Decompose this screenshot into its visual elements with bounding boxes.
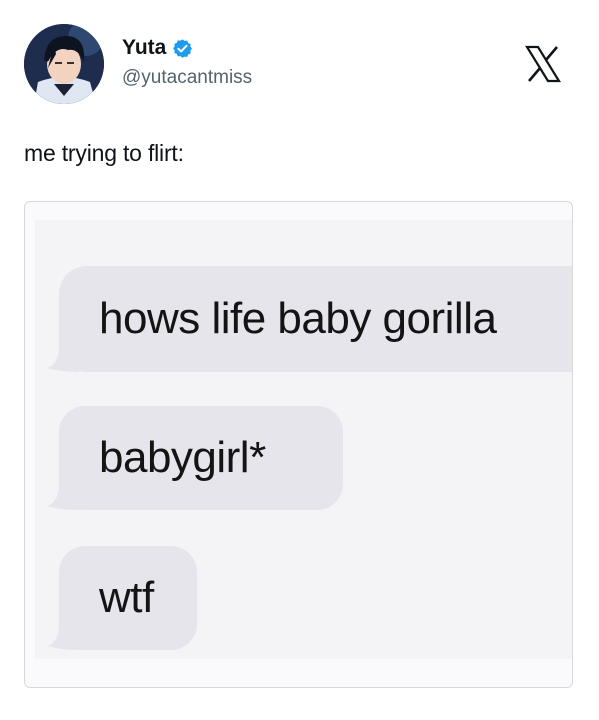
verified-badge-icon — [172, 38, 193, 59]
bubble-tail — [45, 480, 79, 510]
message-text: wtf — [99, 573, 154, 622]
display-name-row[interactable]: Yuta — [122, 36, 193, 60]
tweet-card: Yuta @yutacantmiss me trying to flirt: h… — [0, 0, 599, 720]
display-name[interactable]: Yuta — [122, 36, 166, 60]
x-logo-icon[interactable] — [523, 44, 563, 84]
message-text: hows life baby gorilla — [99, 294, 497, 343]
avatar[interactable] — [24, 24, 104, 104]
user-handle[interactable]: @yutacantmiss — [122, 67, 252, 89]
bubble-tail — [45, 620, 79, 650]
message-screenshot: hows life baby gorilla babygirl* wtf — [35, 220, 572, 659]
message-text: babygirl* — [99, 433, 266, 482]
tweet-media-image[interactable]: hows life baby gorilla babygirl* wtf — [24, 201, 573, 688]
tweet-text: me trying to flirt: — [24, 140, 184, 166]
bubble-tail — [45, 342, 79, 372]
message-bubble: wtf — [47, 546, 197, 650]
message-bubble: babygirl* — [47, 406, 343, 510]
message-bubble: hows life baby gorilla — [47, 266, 572, 372]
